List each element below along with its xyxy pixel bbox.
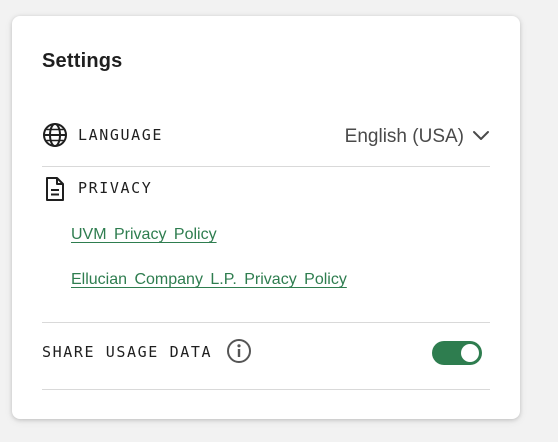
share-usage-row: SHARE USAGE DATA	[42, 338, 490, 366]
globe-icon	[42, 122, 68, 148]
share-usage-label: SHARE USAGE DATA	[42, 343, 213, 361]
toggle-knob	[461, 344, 479, 362]
chevron-down-icon	[472, 126, 490, 149]
settings-card: Settings LANGUAGE English (USA) PRIVACY …	[12, 16, 520, 419]
document-icon	[42, 176, 68, 202]
divider	[42, 389, 490, 390]
privacy-row: PRIVACY	[42, 176, 490, 204]
privacy-label: PRIVACY	[78, 179, 153, 197]
divider	[42, 322, 490, 323]
language-label: LANGUAGE	[78, 126, 164, 144]
settings-title: Settings	[42, 50, 123, 72]
share-usage-toggle[interactable]	[432, 341, 482, 365]
language-selected-value: English (USA)	[344, 126, 464, 147]
ellucian-privacy-policy-link[interactable]: Ellucian Company L.P. Privacy Policy	[71, 271, 347, 289]
language-row: LANGUAGE English (USA)	[42, 122, 490, 152]
uvm-privacy-policy-link[interactable]: UVM Privacy Policy	[71, 226, 217, 244]
divider	[42, 166, 490, 167]
language-dropdown[interactable]: English (USA)	[345, 124, 490, 150]
info-icon[interactable]	[226, 338, 252, 364]
